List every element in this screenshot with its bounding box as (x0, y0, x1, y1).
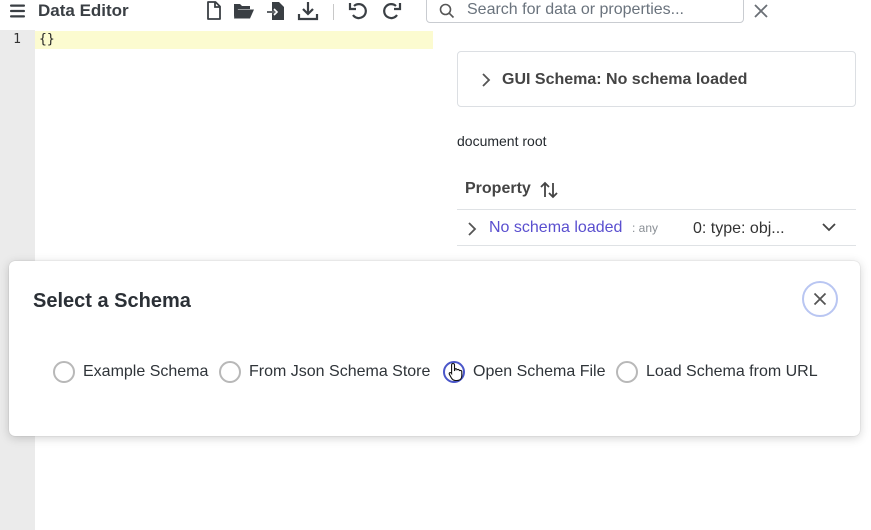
chevron-right-icon[interactable] (467, 221, 477, 237)
select-schema-modal: Select a Schema Example Schema From Json… (9, 261, 860, 436)
property-type: : any (632, 221, 659, 235)
property-name-link[interactable]: No schema loaded (489, 219, 622, 237)
radio-label: Load Schema from URL (646, 363, 818, 380)
toolbar-separator (333, 4, 334, 20)
radio-label: Open Schema File (473, 363, 606, 380)
redo-button[interactable] (379, 0, 403, 22)
open-folder-button[interactable] (232, 0, 256, 22)
download-icon (297, 2, 319, 21)
property-value: 0: type: obj... (693, 220, 785, 237)
menu-icon[interactable] (9, 3, 27, 19)
active-line-highlight (35, 31, 433, 49)
radio-circle[interactable] (219, 361, 241, 383)
sort-icon[interactable] (539, 180, 559, 200)
undo-icon (348, 3, 367, 20)
property-column-header: Property (465, 180, 531, 197)
search-box (426, 0, 744, 23)
new-file-button[interactable] (204, 0, 228, 22)
table-divider (457, 209, 856, 210)
close-icon (813, 292, 827, 306)
search-input[interactable] (467, 0, 737, 20)
app-root: Data Editor Search for data or propertie… (0, 0, 871, 530)
download-button[interactable] (296, 0, 320, 22)
code-line[interactable]: {} (39, 32, 55, 47)
search-icon (439, 3, 455, 19)
close-icon[interactable] (752, 2, 770, 20)
chevron-right-icon (482, 73, 491, 87)
radio-label: Example Schema (83, 363, 209, 380)
toolbar: Data Editor (0, 0, 871, 24)
radio-circle[interactable] (616, 361, 638, 383)
undo-button[interactable] (347, 0, 371, 22)
radio-circle[interactable] (443, 361, 465, 383)
modal-title: Select a Schema (33, 290, 191, 312)
document-root-label: document root (457, 133, 547, 149)
gui-schema-title: GUI Schema: No schema loaded (502, 71, 748, 88)
gui-schema-panel[interactable]: GUI Schema: No schema loaded (457, 51, 856, 107)
new-file-icon (207, 1, 221, 20)
modal-close-button[interactable] (802, 281, 838, 317)
import-icon (267, 2, 284, 20)
radio-circle[interactable] (53, 361, 75, 383)
table-divider (457, 245, 856, 246)
line-number: 1 (13, 32, 21, 47)
open-folder-icon (234, 4, 254, 19)
redo-icon (383, 3, 402, 20)
app-title: Data Editor (38, 1, 129, 20)
radio-label: From Json Schema Store (249, 363, 431, 380)
chevron-down-icon[interactable] (821, 221, 837, 233)
import-button[interactable] (266, 0, 290, 22)
